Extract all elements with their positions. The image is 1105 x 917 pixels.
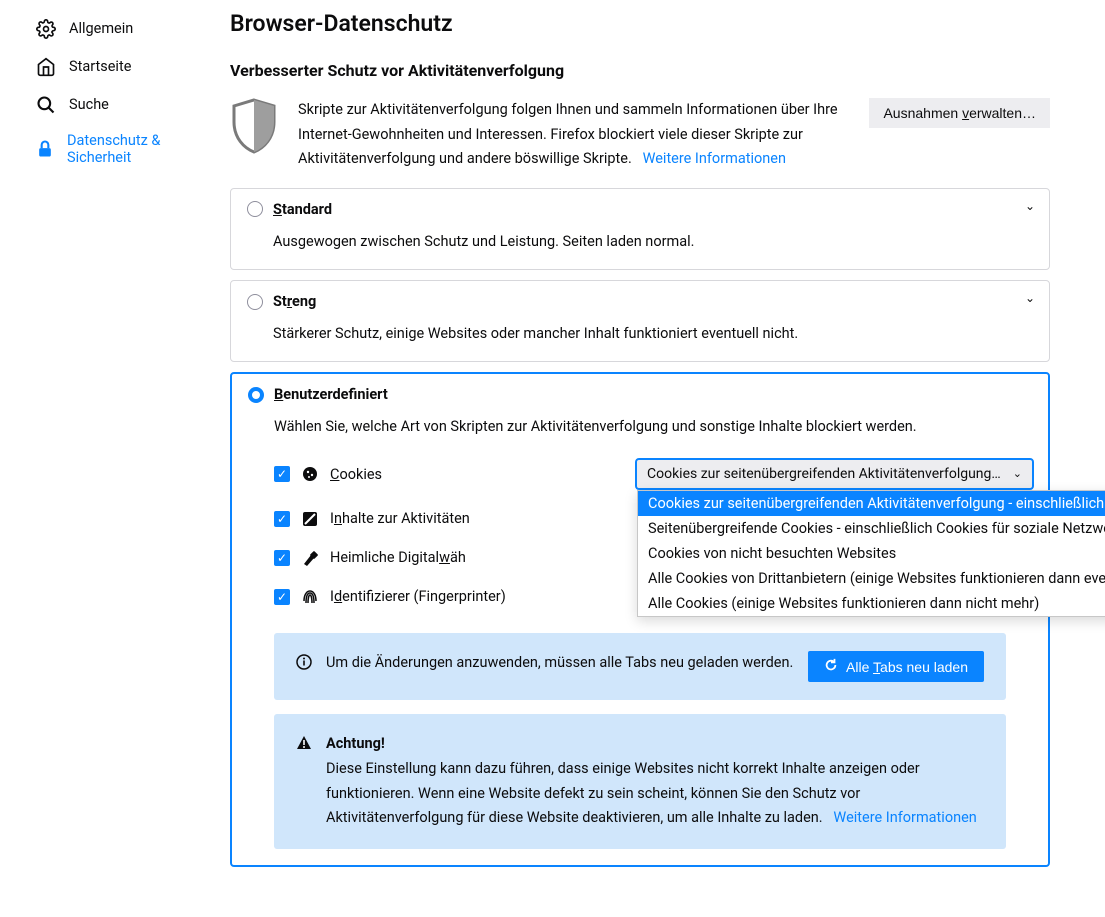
dropdown-item[interactable]: Alle Cookies (einige Websites funktionie… — [638, 591, 1105, 616]
gear-icon — [35, 18, 57, 40]
main-content: Browser-Datenschutz Verbesserter Schutz … — [210, 0, 1090, 917]
radio-custom[interactable] — [248, 387, 264, 403]
tracking-intro: Skripte zur Aktivitätenverfolgung folgen… — [230, 98, 1050, 172]
chevron-down-icon[interactable]: ⌄ — [1025, 199, 1035, 213]
row-cookies: ✓ Cookies Cookies zur seitenübergreifend… — [274, 460, 1032, 488]
checkbox-cryptominers[interactable]: ✓ — [274, 550, 290, 566]
reload-tabs-button[interactable]: Alle Tabs neu laden — [808, 651, 984, 682]
dropdown-item[interactable]: Cookies zur seitenübergreifenden Aktivit… — [638, 491, 1105, 516]
panel-desc: Wählen Sie, welche Art von Skripten zur … — [274, 415, 1032, 438]
intro-text: Skripte zur Aktivitätenverfolgung folgen… — [298, 98, 851, 172]
cookie-select[interactable]: Cookies zur seitenübergreifenden Aktivit… — [637, 460, 1032, 488]
panel-title: Streng — [273, 293, 316, 310]
more-info-link[interactable]: Weitere Informationen — [643, 150, 786, 167]
panel-standard[interactable]: Standard ⌄ Ausgewogen zwischen Schutz un… — [230, 188, 1050, 270]
sidebar-item-label: Startseite — [69, 58, 131, 75]
warning-more-info-link[interactable]: Weitere Informationen — [833, 809, 976, 826]
home-icon — [35, 56, 57, 78]
reload-info-box: Um die Änderungen anzuwenden, müssen all… — [274, 633, 1006, 700]
warning-message: Achtung! Diese Einstellung kann dazu füh… — [326, 732, 984, 831]
cookie-icon — [302, 466, 318, 482]
info-icon — [296, 654, 312, 674]
reload-icon — [824, 658, 838, 675]
cryptominer-icon — [302, 550, 318, 566]
row-label: Heimliche Digitalwäh — [330, 549, 466, 566]
panel-desc: Ausgewogen zwischen Schutz und Leistung.… — [273, 230, 1033, 253]
panel-strict[interactable]: Streng ⌄ Stärkerer Schutz, einige Websit… — [230, 280, 1050, 362]
panel-desc: Stärkerer Schutz, einige Websites oder m… — [273, 322, 1033, 345]
warning-title: Achtung! — [326, 735, 385, 752]
row-label: Inhalte zur Aktivitäten — [330, 510, 470, 527]
exceptions-button[interactable]: Ausnahmen verwalten… — [869, 98, 1050, 128]
lock-icon — [35, 138, 55, 160]
sidebar-item-privacy[interactable]: Datenschutz & Sicherheit — [30, 124, 200, 175]
row-label: Identifizierer (Fingerprinter) — [330, 588, 506, 605]
fingerprint-icon — [302, 589, 318, 605]
section-title: Verbesserter Schutz vor Aktivitätenverfo… — [230, 61, 1050, 80]
warning-icon — [296, 735, 312, 755]
reload-message: Um die Änderungen anzuwenden, müssen all… — [326, 651, 794, 676]
tracking-content-icon — [302, 511, 318, 527]
sidebar-item-label: Suche — [69, 96, 109, 113]
warning-box: Achtung! Diese Einstellung kann dazu füh… — [274, 714, 1006, 849]
row-label: Cookies — [330, 466, 382, 483]
panel-title: Benutzerdefiniert — [274, 386, 388, 403]
sidebar: Allgemein Startseite Suche Datenschutz &… — [0, 0, 210, 917]
dropdown-item[interactable]: Alle Cookies von Drittanbietern (einige … — [638, 566, 1105, 591]
sidebar-item-label: Allgemein — [69, 20, 133, 37]
radio-standard[interactable] — [247, 201, 263, 217]
checkbox-cookies[interactable]: ✓ — [274, 466, 290, 482]
panel-title: Standard — [273, 201, 332, 218]
chevron-down-icon[interactable]: ⌄ — [1025, 291, 1035, 305]
sidebar-item-home[interactable]: Startseite — [30, 48, 200, 86]
checkbox-fingerprinters[interactable]: ✓ — [274, 589, 290, 605]
sidebar-item-search[interactable]: Suche — [30, 86, 200, 124]
select-box[interactable]: Cookies zur seitenübergreifenden Aktivit… — [637, 460, 1032, 488]
sidebar-item-label: Datenschutz & Sicherheit — [67, 132, 195, 167]
dropdown-item[interactable]: Cookies von nicht besuchten Websites — [638, 541, 1105, 566]
sidebar-item-general[interactable]: Allgemein — [30, 10, 200, 48]
page-title: Browser-Datenschutz — [230, 10, 1050, 37]
shield-icon — [230, 98, 280, 158]
checkbox-tracking-content[interactable]: ✓ — [274, 511, 290, 527]
panel-custom[interactable]: Benutzerdefiniert Wählen Sie, welche Art… — [230, 372, 1050, 867]
search-icon — [35, 94, 57, 116]
radio-strict[interactable] — [247, 294, 263, 310]
dropdown-item[interactable]: Seitenübergreifende Cookies - einschließ… — [638, 516, 1105, 541]
cookie-dropdown: Cookies zur seitenübergreifenden Aktivit… — [637, 490, 1105, 617]
